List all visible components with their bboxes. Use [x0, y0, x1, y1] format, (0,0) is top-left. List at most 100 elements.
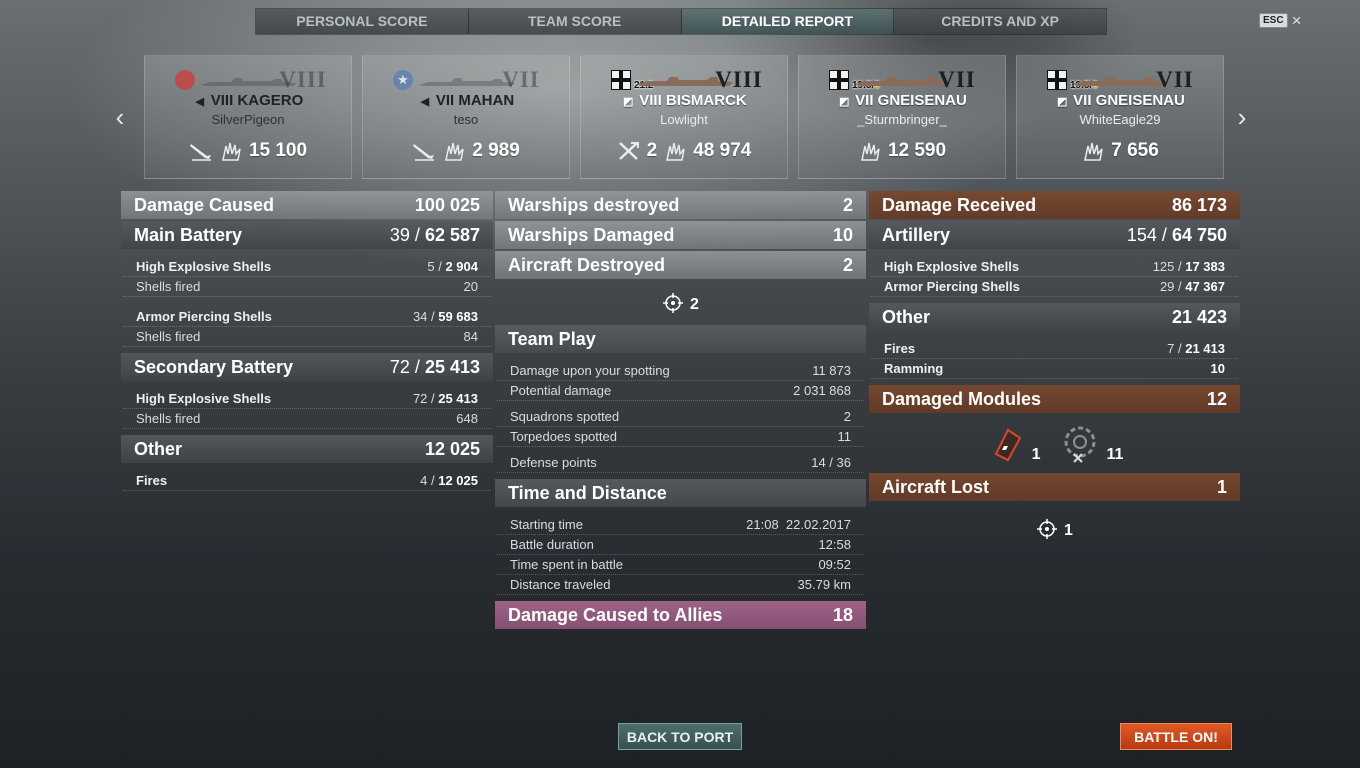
ship-tier: VIII: [715, 67, 763, 92]
ship-damage-value: 15 100: [248, 140, 308, 161]
stat-row: Distance traveled 35.79 km: [497, 575, 864, 595]
ship-card[interactable]: VIII ◀ VIII KAGERO SilverPigeon 15 100: [144, 55, 352, 179]
stat-row: Armor Piercing Shells 34 / 59 683: [123, 307, 491, 327]
prev-ship-arrow-icon[interactable]: ‹: [110, 104, 130, 130]
ship-card[interactable]: 19.5/6 VII ◩VII GNEISENAU _Sturmbringer_…: [798, 55, 1006, 179]
warships-damaged-header: Warships Damaged 10: [495, 221, 866, 249]
ship-name: ◩ VII GNEISENAU: [838, 92, 967, 109]
ship-kills-value: 2: [646, 140, 658, 161]
ship-card[interactable]: ★ VII ◀ VII MAHAN teso 2 989: [362, 55, 570, 179]
aircraft-destroyed-count: 2: [690, 296, 699, 313]
ship-card[interactable]: 21.2 VIII ◩VIII BISMARCK Lowlight 2 48 9…: [580, 55, 788, 179]
team-play-header: Team Play: [495, 325, 866, 353]
tab-team-score[interactable]: TEAM SCORE: [468, 9, 682, 34]
stat-row: Damage upon your spotting 11 873: [497, 361, 864, 381]
damaged-modules-icons: 1 11: [869, 415, 1240, 473]
module-count: 1: [1031, 446, 1041, 463]
ship-tier: VII: [938, 67, 976, 92]
ship-name: ◀ VIII KAGERO: [145, 92, 351, 109]
stat-row: Squadrons spotted 2: [497, 407, 864, 427]
ship-stats: 2 989: [363, 140, 569, 162]
tab-detailed-report[interactable]: DETAILED REPORT: [681, 9, 895, 34]
aircraft-lost-icons: 1: [869, 503, 1240, 555]
stat-row: Fires 4 / 12 025: [123, 471, 491, 491]
steering-gear-damaged-icon: [994, 428, 1021, 462]
damage-burst-icon: [222, 142, 241, 161]
tab-credits-and-xp[interactable]: CREDITS AND XP: [894, 9, 1106, 34]
damage-received-panel: Damage Received 86 173 Artillery 154 / 64 …: [869, 191, 1240, 555]
warships-destroyed-header: Warships destroyed 2: [495, 191, 866, 219]
ship-stats: 2 48 974: [581, 140, 787, 162]
other-received-header: Other 21 423: [869, 303, 1240, 331]
damage-burst-icon: [445, 142, 464, 161]
stat-row: Fires 7 / 21 413: [871, 339, 1238, 359]
back-to-port-button[interactable]: BACK TO PORT: [618, 723, 742, 750]
ship-name: ◀ VII MAHAN: [363, 92, 569, 109]
damage-caused-panel: Damage Caused 100 025 Main Battery 39 / 62…: [121, 191, 493, 491]
stat-row: Ramming 10: [871, 359, 1238, 379]
stat-row: Battle duration 12:58: [497, 535, 864, 555]
ship-damage-value: 12 590: [887, 140, 947, 161]
close-icon[interactable]: ×: [1292, 12, 1302, 29]
warships-destroyed-icon: [618, 142, 639, 160]
battle-on-button[interactable]: BATTLE ON!: [1120, 723, 1232, 750]
stat-row: High Explosive Shells 125 / 17 383: [871, 257, 1238, 277]
aircraft-lost-count: 1: [1064, 522, 1073, 539]
ship-stats: 15 100: [145, 140, 351, 162]
report-tabs: PERSONAL SCORE TEAM SCORE DETAILED REPOR…: [255, 8, 1107, 35]
battleship-class-icon: ◩: [838, 96, 850, 108]
stat-row: High Explosive Shells 5 / 2 904: [123, 257, 491, 277]
artillery-header: Artillery 154 / 64 750: [869, 221, 1240, 249]
aircraft-lost-header: Aircraft Lost 1: [869, 473, 1240, 501]
close-control[interactable]: ESC ×: [1259, 12, 1302, 29]
battleship-class-icon: ◩: [1056, 96, 1068, 108]
damage-to-allies-header: Damage Caused to Allies 18: [495, 601, 866, 629]
ship-damage-value: 7 656: [1111, 140, 1159, 161]
tab-personal-score[interactable]: PERSONAL SCORE: [256, 9, 469, 34]
module-count: 11: [1106, 446, 1124, 463]
player-name: _Sturmbringer_: [857, 112, 947, 127]
destroyer-class-icon: ◀: [195, 96, 204, 108]
esc-key-hint: ESC: [1259, 13, 1288, 28]
player-name: WhiteEagle29: [1079, 112, 1161, 127]
damage-caused-header: Damage Caused 100 025: [121, 191, 493, 219]
stat-row: Potential damage 2 031 868: [497, 381, 864, 401]
damage-burst-icon: [1084, 142, 1103, 161]
torpedo-icon: [189, 144, 211, 161]
time-distance-header: Time and Distance: [495, 479, 866, 507]
ship-stats: 7 656: [1017, 140, 1223, 162]
stat-row: Armor Piercing Shells 29 / 47 367: [871, 277, 1238, 297]
damaged-modules-header: Damaged Modules 12: [869, 385, 1240, 413]
torpedo-icon: [413, 144, 435, 161]
stat-row: Defense points 14 / 36: [497, 453, 864, 473]
destroyer-class-icon: ◀: [420, 96, 430, 108]
stat-row: Time spent in battle 09:52: [497, 555, 864, 575]
ship-name: ◩ VII GNEISENAU: [1056, 92, 1185, 109]
damage-burst-icon: [861, 142, 880, 161]
stat-row: Shells fired 20: [123, 277, 491, 297]
player-name: teso: [453, 112, 479, 127]
ship-stats: 12 590: [799, 140, 1005, 162]
ship-tier: VIII: [279, 67, 327, 92]
aircraft-crosshair-icon: [663, 293, 684, 313]
damage-received-header: Damage Received 86 173: [869, 191, 1240, 219]
stat-row: Starting time 21:08 22.02.2017: [497, 515, 864, 535]
ship-tier: VII: [502, 67, 540, 92]
aircraft-destroyed-header: Aircraft Destroyed 2: [495, 251, 866, 279]
aircraft-destroyed-icons: 2: [495, 281, 866, 325]
secondary-battery-header: Secondary Battery 72 / 25 413: [121, 353, 493, 381]
ship-card[interactable]: 19.5/6 VII ◩VII GNEISENAU WhiteEagle29 7…: [1016, 55, 1224, 179]
ship-name: ◩ VIII BISMARCK: [623, 92, 747, 109]
player-name: Lowlight: [660, 112, 708, 127]
damage-burst-icon: [666, 142, 685, 161]
next-ship-arrow-icon[interactable]: ›: [1232, 104, 1252, 130]
combat-panel: Warships destroyed 2 Warships Damaged 10 A…: [495, 191, 866, 631]
battleship-class-icon: ◩: [623, 96, 634, 108]
engine-destroyed-icon: [1064, 426, 1096, 463]
ship-damage-value: 2 989: [472, 140, 520, 161]
ship-damage-value: 48 974: [693, 140, 752, 161]
aircraft-crosshair-icon: [1037, 519, 1058, 539]
stat-row: Shells fired 648: [123, 409, 491, 429]
main-battery-header: Main Battery 39 / 62 587: [121, 221, 493, 249]
other-damage-header: Other 12 025: [121, 435, 493, 463]
